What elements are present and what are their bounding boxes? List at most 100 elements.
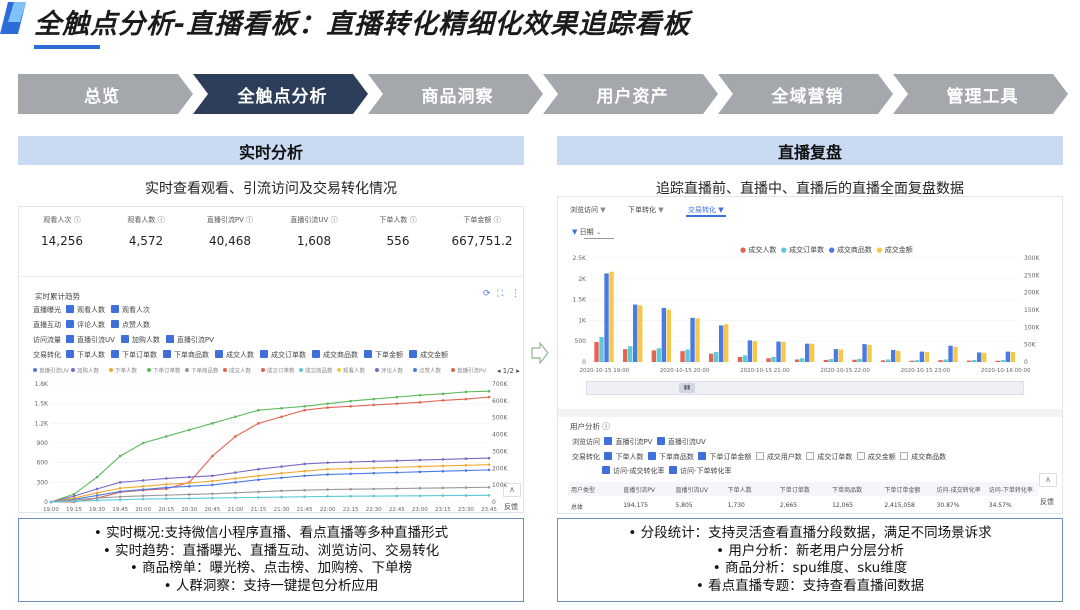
bar: [896, 350, 901, 362]
table-cell: 30.87%: [936, 502, 960, 509]
data-point: [280, 465, 283, 468]
data-point: [487, 485, 491, 489]
nav-step-touchpoint-analysis[interactable]: 全触点分析: [200, 74, 365, 114]
checkbox-unchecked[interactable]: [900, 452, 909, 460]
feedback-button[interactable]: 反馈: [1040, 497, 1054, 507]
brand-logo-icon: [0, 2, 26, 34]
bar: [709, 353, 714, 362]
data-point: [372, 466, 376, 470]
legend-label: 点赞人数: [419, 367, 442, 375]
data-point: [280, 489, 283, 493]
table-cell: 2,665: [779, 502, 798, 509]
filter-group-label: 交易转化: [572, 453, 600, 461]
data-point: [487, 468, 491, 472]
metric-card: 直播引流PV ⓘ 40,468: [190, 215, 270, 248]
data-point: [372, 460, 376, 463]
data-point: [326, 461, 329, 464]
bar: [1005, 351, 1011, 362]
bar: [599, 337, 604, 362]
checkbox-unchecked[interactable]: [755, 452, 764, 460]
nav-step-management-tools[interactable]: 管理工具: [900, 74, 1065, 114]
y-tick-label: 900: [37, 440, 49, 447]
tab-trade-conversion[interactable]: 交易转化 ▼: [688, 205, 724, 215]
checkbox-checked[interactable]: [165, 335, 174, 343]
more-icon[interactable]: ⋮: [511, 289, 520, 299]
scroll-top-icon[interactable]: ∧: [1039, 473, 1057, 487]
data-point: [464, 463, 468, 467]
feedback-button[interactable]: 反馈: [504, 502, 518, 512]
filter-row: 直播互动 评论人数 点赞人数: [33, 320, 156, 330]
y2-tick-label: 250K: [1024, 272, 1040, 279]
review-bar-chart: 0 500 1K 1.5K 2K 2.5K 0 50K 100K 150K 200K 250K 300K…: [573, 255, 1041, 374]
data-point: [418, 470, 422, 474]
filter-group-label: 浏览访问: [572, 438, 600, 446]
x-tick-label: 21:30: [274, 507, 290, 513]
checkbox-checked[interactable]: [668, 466, 677, 474]
checkbox-unchecked[interactable]: [856, 452, 865, 460]
nav-step-overview[interactable]: 总览: [18, 74, 186, 114]
data-zoom-slider[interactable]: ▮▮: [586, 381, 1024, 395]
refresh-icon[interactable]: ⟳: [483, 289, 491, 299]
data-point: [487, 389, 491, 393]
realtime-dashboard-screenshot: 观看人次 ⓘ 14,256 观看人数 ⓘ 4,572 直播引流PV ⓘ 40,468 …: [18, 206, 524, 513]
data-point: [211, 474, 214, 478]
data-point: [349, 460, 352, 464]
bar: [852, 359, 857, 362]
table-cell: 194,175: [623, 502, 649, 509]
checkbox-checked[interactable]: [120, 335, 129, 343]
live-review-subtitle: 追踪直播前、直播中、直播后的直播全面复盘数据: [656, 181, 964, 197]
data-point: [349, 467, 352, 470]
x-tick-label: 22:30: [366, 507, 382, 513]
checkbox-checked[interactable]: [698, 452, 707, 460]
checkbox-checked[interactable]: [656, 437, 665, 445]
filter-item-label: 观看人数: [77, 306, 105, 314]
bar: [695, 318, 700, 362]
checkbox-checked[interactable]: [602, 466, 610, 474]
trend-legend: 直播引流UV 加购人数 下单人数 下单订单数 下单商品数 成交人数 成交订单数 成交商品数 观看…: [33, 367, 486, 375]
hollow-arrow-right-icon: [531, 342, 549, 364]
filter-icon: ▼: [718, 206, 724, 214]
checkbox-unchecked[interactable]: [806, 452, 815, 460]
y2-tick-label: 600K: [492, 398, 508, 405]
y2-tick-label: 300K: [1024, 255, 1040, 262]
bar: [982, 352, 987, 362]
checkbox-checked[interactable]: [66, 305, 74, 313]
data-point: [211, 496, 214, 500]
data-point: [326, 467, 329, 471]
checkbox-checked[interactable]: [66, 320, 74, 328]
date-selector[interactable]: ▼ 日期 ⌄: [572, 227, 602, 237]
filter-item-label: 访问-成交转化率: [613, 467, 665, 475]
filter-icon: ▼: [600, 206, 606, 214]
checkbox-checked[interactable]: [111, 320, 119, 328]
tab-order-conversion[interactable]: 下单转化 ▼: [628, 205, 664, 215]
checkbox-checked[interactable]: [66, 335, 74, 343]
metric-value: 14,256: [41, 234, 83, 248]
bar: [766, 358, 771, 362]
data-point: [234, 415, 237, 419]
checkbox-checked[interactable]: [604, 452, 613, 460]
legend-marker: [337, 368, 341, 372]
metric-label: 直播引流PV: [206, 216, 244, 224]
checkbox-checked[interactable]: [111, 305, 119, 313]
checkbox-checked[interactable]: [604, 437, 613, 445]
nav-step-user-assets[interactable]: 用户资产: [550, 74, 715, 114]
x-tick-label: 2020-10-15 22:00: [820, 368, 870, 374]
data-point: [395, 487, 399, 490]
tab-browse-visit[interactable]: 浏览访问 ▼: [570, 205, 606, 215]
x-tick-label: 2020-10-15 23:00: [901, 368, 951, 374]
bar: [685, 349, 690, 362]
filter-row: 访问流量 直播引流UV 加购人数 直播引流PV: [33, 335, 220, 345]
fullscreen-icon[interactable]: ⛶: [497, 289, 503, 299]
x-tick-label: 22:15: [343, 507, 359, 513]
data-point: [441, 494, 445, 497]
nav-step-product-insight[interactable]: 商品洞察: [375, 74, 540, 114]
metric-card: 观看人数 ⓘ 4,572: [106, 215, 186, 248]
legend-marker: [33, 368, 37, 372]
data-point: [141, 484, 145, 488]
x-tick-label: 21:00: [227, 507, 243, 513]
scroll-top-icon[interactable]: ∧: [503, 483, 521, 497]
nav-step-omni-marketing[interactable]: 全域营销: [725, 74, 890, 114]
checkbox-checked[interactable]: [647, 452, 656, 460]
filter-item-label: 成交用户数: [766, 453, 802, 461]
zoom-handle-icon[interactable]: ▮▮: [679, 383, 695, 393]
